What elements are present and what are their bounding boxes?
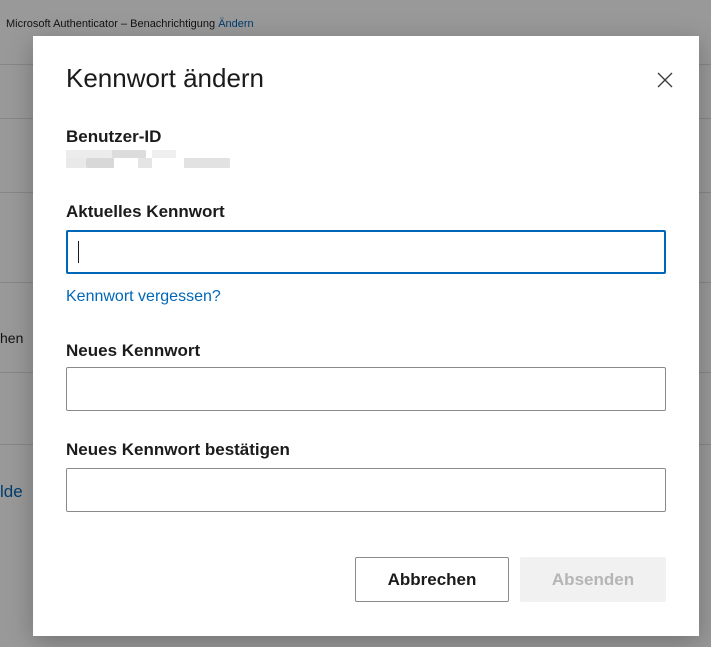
close-button[interactable] xyxy=(653,68,677,92)
current-password-label: Aktuelles Kennwort xyxy=(66,202,225,221)
page: Microsoft Authenticator – Benachrichtigu… xyxy=(0,0,711,647)
dialog-title: Kennwort ändern xyxy=(66,63,265,93)
new-password-input[interactable] xyxy=(66,367,666,411)
text-caret xyxy=(78,241,79,263)
cancel-button[interactable]: Abbrechen xyxy=(355,557,509,602)
new-password-label: Neues Kennwort xyxy=(66,341,201,360)
change-password-dialog: Kennwort ändern Benutzer-ID Aktuelles Ke… xyxy=(33,36,699,636)
userid-label: Benutzer-ID xyxy=(66,127,162,146)
submit-button[interactable]: Absenden xyxy=(520,557,666,602)
close-icon xyxy=(657,72,673,88)
confirm-password-input[interactable] xyxy=(66,468,666,512)
forgot-password-link[interactable]: Kennwort vergessen? xyxy=(66,288,221,306)
userid-value-redacted xyxy=(66,150,236,172)
confirm-password-label: Neues Kennwort bestätigen xyxy=(66,440,290,459)
current-password-input[interactable] xyxy=(66,230,666,274)
